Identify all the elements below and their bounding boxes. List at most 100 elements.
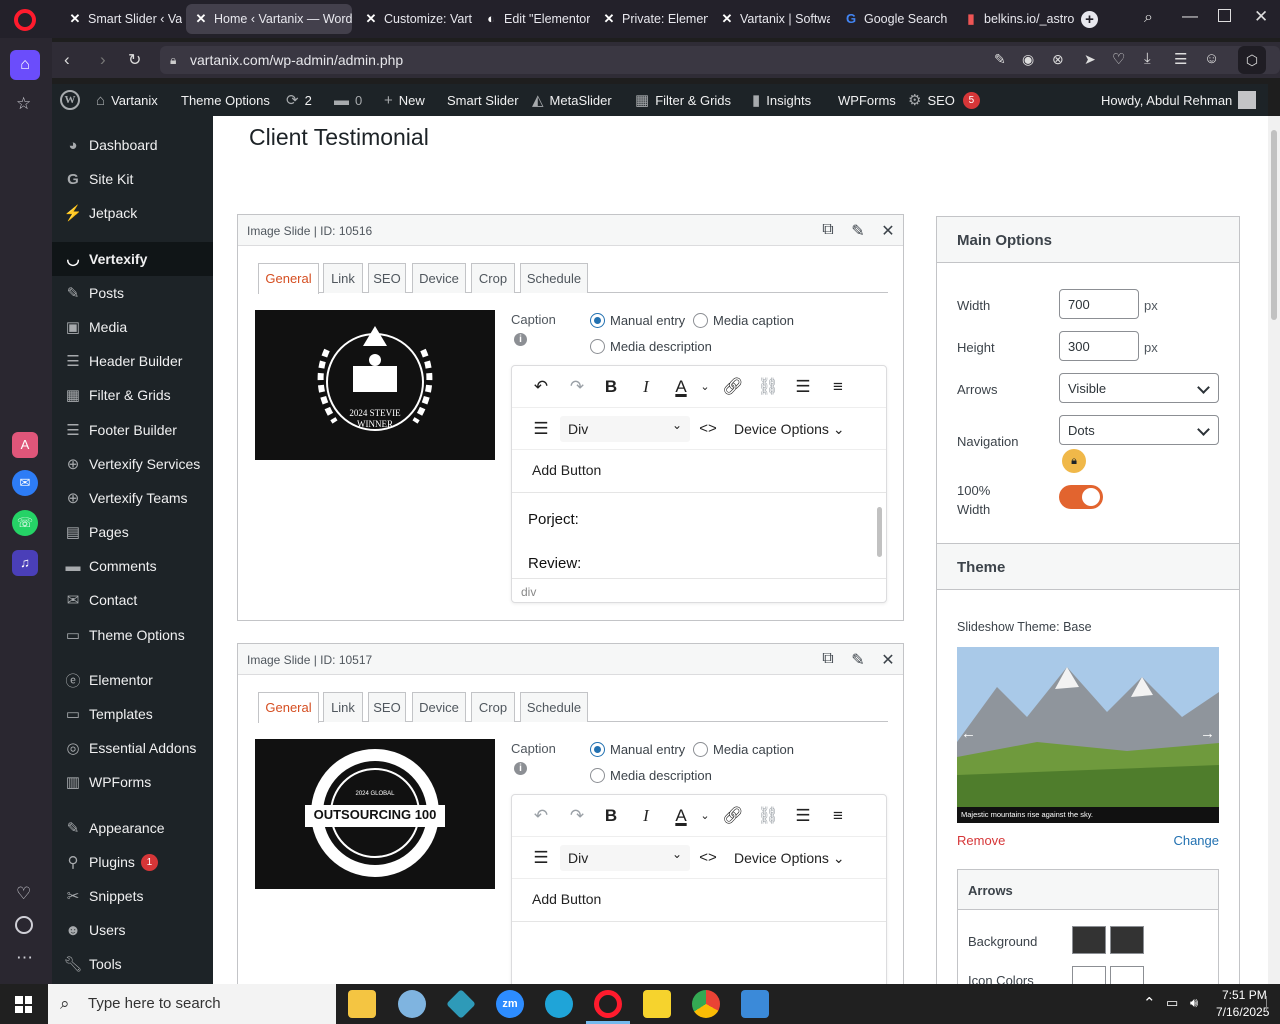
add-button[interactable]: Add Button xyxy=(532,462,601,478)
lock-icon[interactable]: 🔒︎ xyxy=(1062,449,1086,473)
sidebar-item-jetpack[interactable]: ⚡ Jetpack xyxy=(52,196,213,230)
network-icon[interactable]: ▭ xyxy=(1166,995,1178,1011)
align-center-icon[interactable]: ≡ xyxy=(827,377,849,397)
home-icon[interactable]: ⌂ xyxy=(10,50,40,80)
sidebar-item-vertexify[interactable]: ◡ Vertexify xyxy=(52,242,213,276)
align-center-icon[interactable]: ≡ xyxy=(827,806,849,826)
tab-home-vartanix[interactable]: ✕ Home ‹ Vartanix — WordP xyxy=(186,4,352,34)
tab-belkins[interactable]: ▮ belkins.io/_astro/ xyxy=(956,4,1074,34)
tab-schedule[interactable]: Schedule xyxy=(520,263,588,293)
sidebar-item-appearance[interactable]: ✎ Appearance xyxy=(52,811,213,845)
notifications-icon[interactable] xyxy=(1266,996,1276,1012)
text-color-icon[interactable]: A xyxy=(670,377,692,397)
icon-hover-swatch[interactable] xyxy=(1110,966,1144,984)
tab-schedule[interactable]: Schedule xyxy=(520,692,588,722)
tab-seo[interactable]: SEO xyxy=(368,263,406,293)
sidebar-item-users[interactable]: ☻ Users xyxy=(52,913,213,947)
edit-icon[interactable]: ✎ xyxy=(848,221,868,241)
undo-icon[interactable]: ↶ xyxy=(530,806,552,826)
radio-manual-entry[interactable]: Manual entry xyxy=(590,742,685,757)
tab-crop[interactable]: Crop xyxy=(471,692,515,722)
taskbar-search-box[interactable]: ⌕ Type here to search xyxy=(48,984,336,1024)
history-icon[interactable] xyxy=(15,916,33,934)
radio-media-caption[interactable]: Media caption xyxy=(693,742,794,757)
tab-general[interactable]: General xyxy=(258,692,319,723)
seo-menu[interactable]: ⚙ SEO 5 xyxy=(908,84,980,116)
link-icon[interactable]: 🔗︎ xyxy=(722,377,744,397)
info-icon[interactable]: i xyxy=(514,762,527,775)
sidebar-item-filter-grids[interactable]: ▦ Filter & Grids xyxy=(52,378,213,412)
tab-device[interactable]: Device xyxy=(412,692,466,722)
sidebar-item-wpforms[interactable]: ▥ WPForms xyxy=(52,765,213,799)
opera-logo-icon[interactable] xyxy=(14,9,36,31)
edit-icon[interactable]: ✎ xyxy=(848,650,868,670)
redo-icon[interactable]: ↷ xyxy=(566,377,588,397)
minimize-icon[interactable]: — xyxy=(1182,8,1198,26)
code-icon[interactable]: <> xyxy=(697,848,719,868)
star-icon[interactable]: ☆ xyxy=(16,94,31,114)
sidebar-item-vertexify-services[interactable]: ⊕ Vertexify Services xyxy=(52,447,213,481)
device-options-dropdown[interactable]: Device Options ⌄ xyxy=(734,850,845,867)
prev-arrow-icon[interactable]: ← xyxy=(961,725,976,742)
sidebar-item-templates[interactable]: ▭ Templates xyxy=(52,697,213,731)
more-icon[interactable]: ⋯ xyxy=(16,948,33,968)
tab-google-search[interactable]: G Google Search xyxy=(836,4,952,34)
radio-media-description[interactable]: Media description xyxy=(590,768,712,783)
messenger-icon[interactable]: ✉ xyxy=(12,470,38,496)
code-icon[interactable]: <> xyxy=(697,419,719,439)
redo-icon[interactable]: ↷ xyxy=(566,806,588,826)
reload-icon[interactable]: ↻ xyxy=(128,50,141,70)
sidebar-item-tools[interactable]: 🔧︎ Tools xyxy=(52,947,213,981)
app-diamond-icon[interactable] xyxy=(446,989,476,1019)
device-options-dropdown[interactable]: Device Options ⌄ xyxy=(734,421,845,438)
site-name-menu[interactable]: ⌂ Vartanix xyxy=(96,84,158,116)
smart-slider-menu[interactable]: Smart Slider xyxy=(447,84,519,116)
adblock-icon[interactable]: ⊗ xyxy=(1052,51,1064,68)
bold-icon[interactable]: B xyxy=(600,806,622,826)
new-content-menu[interactable]: + New xyxy=(384,84,425,116)
background-color-swatch[interactable] xyxy=(1072,926,1106,954)
chrome-icon[interactable] xyxy=(692,990,720,1018)
next-arrow-icon[interactable]: → xyxy=(1200,725,1215,742)
tab-private-elementor[interactable]: ✕ Private: Element xyxy=(594,4,708,34)
italic-icon[interactable]: I xyxy=(635,806,657,826)
italic-icon[interactable]: I xyxy=(635,377,657,397)
sticky-notes-icon[interactable] xyxy=(643,990,671,1018)
chevron-down-icon[interactable]: ⌄ xyxy=(694,377,716,397)
block-format-select[interactable]: Div ⌄ xyxy=(560,845,690,871)
my-account-menu[interactable]: Howdy, Abdul Rehman xyxy=(1101,84,1257,116)
editor-scrollbar[interactable] xyxy=(877,507,882,557)
download-icon[interactable]: ⤓ xyxy=(1144,50,1151,67)
arrows-select[interactable]: Visible xyxy=(1059,373,1219,403)
tab-smart-slider[interactable]: ✕ Smart Slider ‹ Va xyxy=(60,4,182,34)
theme-options-menu[interactable]: Theme Options xyxy=(181,84,270,116)
navigation-select[interactable]: Dots xyxy=(1059,415,1219,445)
page-scrollbar[interactable] xyxy=(1268,116,1280,984)
sidebar-item-media[interactable]: ▣ Media xyxy=(52,310,213,344)
close-window-icon[interactable]: ✕ xyxy=(1254,7,1268,27)
wpforms-menu[interactable]: WPForms xyxy=(838,84,896,116)
indent-icon[interactable]: ☰ xyxy=(530,419,552,439)
sidebar-item-theme-options[interactable]: ▭ Theme Options xyxy=(52,618,213,652)
opera-taskbar-icon[interactable] xyxy=(594,990,622,1018)
tab-link[interactable]: Link xyxy=(323,263,363,293)
caption-text-area[interactable] xyxy=(512,921,886,984)
zoom-icon[interactable]: zm xyxy=(496,990,524,1018)
sidebar-item-comments[interactable]: ▬ Comments xyxy=(52,549,213,583)
full-width-toggle[interactable] xyxy=(1059,485,1103,509)
sidebar-item-contact[interactable]: ✉ Contact xyxy=(52,583,213,617)
text-color-icon[interactable]: A xyxy=(670,806,692,826)
sidebar-item-header-builder[interactable]: ☰ Header Builder xyxy=(52,344,213,378)
undo-icon[interactable]: ↶ xyxy=(530,377,552,397)
chevron-down-icon[interactable]: ⌄ xyxy=(694,806,716,826)
sidebar-item-essential-addons[interactable]: ◎ Essential Addons xyxy=(52,731,213,765)
duplicate-icon[interactable]: ⧉ xyxy=(818,221,838,241)
chevron-up-icon[interactable]: ⌃ xyxy=(1143,994,1156,1012)
new-tab-button[interactable]: + xyxy=(1081,11,1098,28)
sidebar-item-elementor[interactable]: ⓔ Elementor xyxy=(52,663,213,697)
clock-date[interactable]: 7/16/2025 xyxy=(1216,1005,1269,1019)
block-format-select[interactable]: Div ⌄ xyxy=(560,416,690,442)
sidebar-item-vertexify-teams[interactable]: ⊕ Vertexify Teams xyxy=(52,481,213,515)
icon-color-swatch[interactable] xyxy=(1072,966,1106,984)
heart-icon[interactable]: ♡ xyxy=(16,884,31,904)
